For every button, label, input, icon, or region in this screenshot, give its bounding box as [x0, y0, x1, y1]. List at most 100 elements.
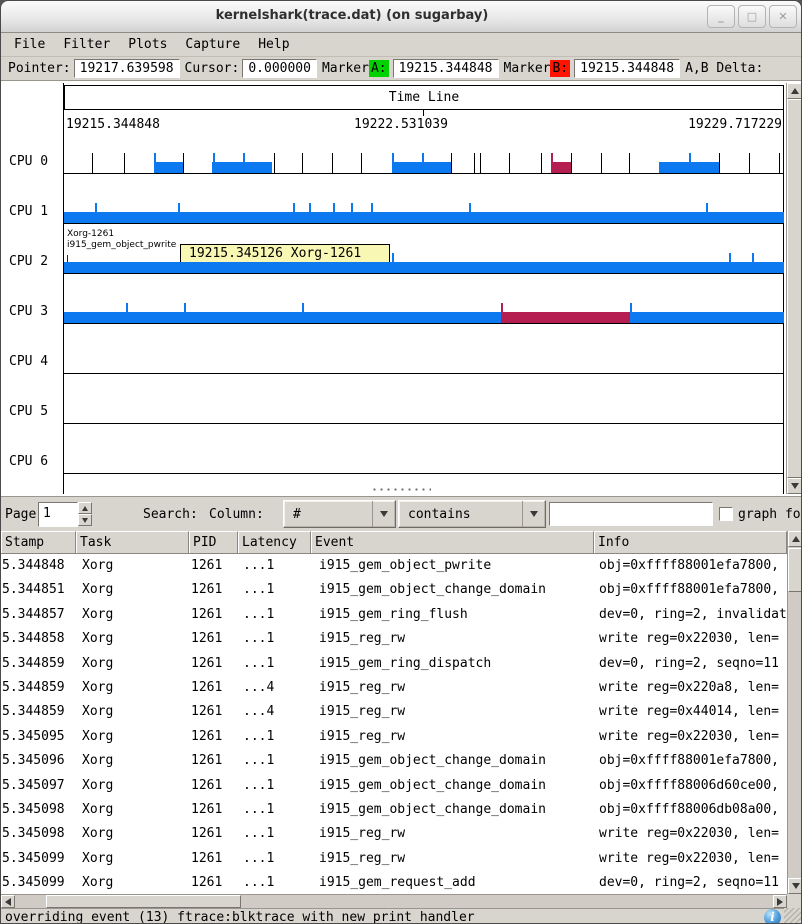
column-header-event[interactable]: Event	[311, 531, 594, 554]
minimize-icon: _	[718, 10, 724, 23]
search-input[interactable]	[549, 502, 713, 526]
dropdown-arrow[interactable]	[372, 501, 395, 527]
page-input[interactable]: 1	[38, 502, 78, 527]
cpu-row-label: CPU 2	[9, 254, 61, 269]
scroll-left-button[interactable]	[1, 895, 15, 908]
event-tick	[719, 153, 720, 173]
marker-a-value: 19215.344848	[393, 59, 499, 78]
cpu-task-bar[interactable]	[659, 162, 719, 173]
cpu-task-bar[interactable]	[630, 312, 784, 323]
timeline-plot[interactable]: Time Line 19215.344848 19222.531039 1922…	[64, 83, 784, 494]
page-decrement-button[interactable]	[78, 514, 92, 526]
menu-file[interactable]: File	[5, 34, 54, 55]
scrollbar-thumb[interactable]	[46, 895, 241, 908]
cpu-task-bar[interactable]	[64, 312, 501, 323]
cell: Xorg	[82, 778, 113, 793]
resize-grip-icon[interactable]	[784, 908, 801, 924]
cpu-task-bar[interactable]	[64, 212, 784, 223]
scroll-down-button[interactable]	[787, 478, 802, 494]
cpu-task-bar[interactable]	[501, 312, 630, 323]
table-row[interactable]: 5.344848Xorg1261...1i915_gem_object_pwri…	[1, 554, 787, 578]
table-row[interactable]: 5.344859Xorg1261...4i915_reg_rwwrite reg…	[1, 676, 787, 700]
table-row[interactable]: 5.345099Xorg1261...1i915_reg_rwwrite reg…	[1, 847, 787, 871]
cell: i915_reg_rw	[319, 631, 405, 646]
cpu-task-bar[interactable]	[64, 262, 784, 273]
titlebar[interactable]: kernelshark(trace.dat) (on sugarbay) _ □…	[1, 1, 802, 33]
table-row[interactable]: 5.344859Xorg1261...1i915_gem_ring_dispat…	[1, 652, 787, 676]
table-row[interactable]: 5.345095Xorg1261...1i915_reg_rwwrite reg…	[1, 725, 787, 749]
table-row[interactable]: 5.344859Xorg1261...4i915_reg_rwwrite reg…	[1, 700, 787, 724]
table-vscrollbar[interactable]	[787, 531, 802, 894]
table-row[interactable]: 5.345098Xorg1261...1i915_reg_rwwrite reg…	[1, 822, 787, 846]
match-select[interactable]: contains	[398, 500, 546, 528]
column-select[interactable]: #	[283, 500, 396, 528]
column-header-stamp[interactable]: Stamp	[1, 531, 76, 554]
chevron-down-icon	[530, 511, 538, 517]
down-arrow-icon	[791, 483, 799, 489]
menu-plots[interactable]: Plots	[119, 34, 176, 55]
pointer-label: Pointer:	[8, 61, 71, 76]
maximize-icon: □	[747, 10, 757, 23]
cell: obj=0xffff88001efa7800,	[599, 753, 779, 768]
splitter-handle[interactable]	[371, 487, 431, 492]
table-row[interactable]: 5.345097Xorg1261...1i915_gem_object_chan…	[1, 774, 787, 798]
event-tick	[274, 153, 275, 173]
cpu-task-bar[interactable]	[392, 162, 451, 173]
event-tick	[601, 153, 602, 173]
cell: i915_reg_rw	[319, 826, 405, 841]
cpu-row-label: CPU 5	[9, 404, 61, 419]
minimize-button[interactable]: _	[707, 5, 735, 28]
scrollbar-thumb[interactable]	[788, 548, 802, 592]
event-tick	[183, 153, 184, 173]
column-select-value: #	[293, 507, 301, 522]
menu-capture[interactable]: Capture	[176, 34, 249, 55]
table-row[interactable]: 5.344858Xorg1261...1i915_reg_rwwrite reg…	[1, 627, 787, 651]
column-header-task[interactable]: Task	[76, 531, 189, 554]
maximize-button[interactable]: □	[738, 5, 766, 28]
timeline-vscrollbar[interactable]	[786, 83, 802, 494]
page-increment-button[interactable]	[78, 502, 92, 514]
close-button[interactable]: ✕	[769, 5, 797, 28]
cell: 5.345099	[2, 875, 65, 890]
kernelshark-window: kernelshark(trace.dat) (on sugarbay) _ □…	[0, 0, 802, 924]
info-icon[interactable]: i	[764, 909, 781, 924]
table-hscrollbar[interactable]	[1, 894, 787, 908]
event-tick	[779, 153, 780, 173]
menu-filter[interactable]: Filter	[54, 34, 119, 55]
cpu-task-bar[interactable]	[212, 162, 272, 173]
menu-help[interactable]: Help	[249, 34, 298, 55]
column-header-pid[interactable]: PID	[189, 531, 238, 554]
up-arrow-icon	[82, 506, 88, 511]
table-row[interactable]: 5.345099Xorg1261...1i915_gem_request_add…	[1, 871, 787, 894]
match-select-value: contains	[408, 507, 471, 522]
column-header-info[interactable]: Info	[594, 531, 787, 554]
table-row[interactable]: 5.345096Xorg1261...1i915_gem_object_chan…	[1, 749, 787, 773]
timeline-panel[interactable]: CPU 0CPU 1CPU 2CPU 3CPU 4CPU 5CPU 6 Time…	[1, 81, 802, 496]
cell: ...1	[243, 729, 274, 744]
cpu-row-label: CPU 0	[9, 154, 61, 169]
cell: write reg=0x22030, len=	[599, 826, 779, 841]
cell: i915_gem_object_change_domain	[319, 753, 546, 768]
cpu-task-bar[interactable]	[154, 162, 183, 173]
scrollbar-thumb[interactable]	[787, 99, 802, 478]
cell: Xorg	[82, 802, 113, 817]
table-row[interactable]: 5.345098Xorg1261...1i915_gem_object_chan…	[1, 798, 787, 822]
ab-delta-label: A,B Delta:	[685, 61, 763, 76]
graph-follows-checkbox[interactable]	[719, 507, 733, 521]
hover-event-label: i915_gem_object_pwrite	[67, 240, 176, 250]
scroll-up-button[interactable]	[788, 531, 802, 547]
dropdown-arrow[interactable]	[522, 501, 545, 527]
scroll-up-button[interactable]	[787, 83, 802, 99]
cpu-baseline	[64, 323, 784, 324]
scroll-right-button[interactable]	[773, 895, 787, 908]
cpu-task-bar[interactable]	[551, 162, 571, 173]
cell: 5.344851	[2, 582, 65, 597]
table-row[interactable]: 5.344851Xorg1261...1i915_gem_object_chan…	[1, 578, 787, 602]
table-row[interactable]: 5.344857Xorg1261...1i915_gem_ring_flushd…	[1, 603, 787, 627]
column-header-latency[interactable]: Latency	[238, 531, 311, 554]
scroll-down-button[interactable]	[788, 878, 802, 894]
cell: ...1	[243, 875, 274, 890]
list-controls: Page 1 Search: Column: # contains graph …	[1, 496, 802, 531]
cell: 5.344848	[2, 558, 65, 573]
event-tick	[332, 153, 333, 173]
